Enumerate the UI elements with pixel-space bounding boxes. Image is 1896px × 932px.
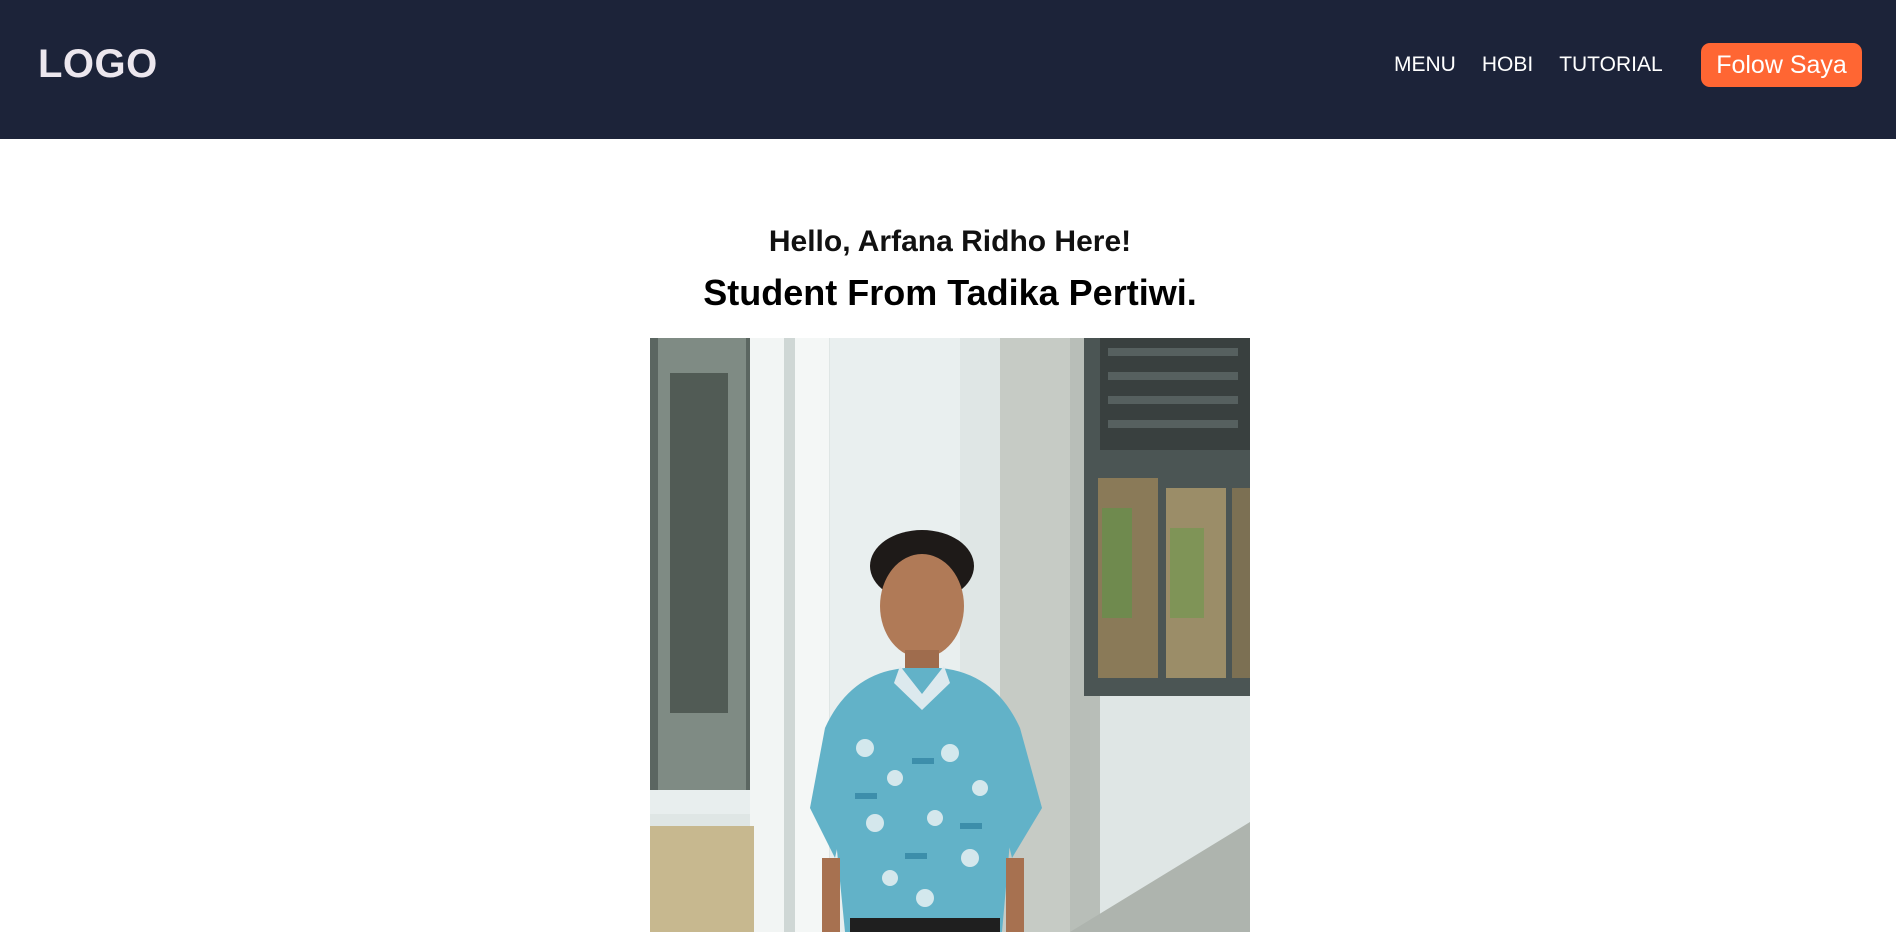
logo[interactable]: LOGO [38,40,158,88]
nav-link-tutorial[interactable]: TUTORIAL [1559,52,1662,78]
follow-button[interactable]: Folow Saya [1701,43,1862,87]
navbar: LOGO MENU HOBI TUTORIAL Folow Saya [0,0,1896,139]
profile-photo [650,338,1250,932]
nav-links: MENU HOBI TUTORIAL [1394,52,1663,78]
hero-greeting: Hello, Arfana Ridho Here! [768,225,1132,258]
nav-link-menu[interactable]: MENU [1394,52,1456,78]
hero-subtitle: Student From Tadika Pertiwi. [703,272,1197,313]
nav-link-hobi[interactable]: HOBI [1482,52,1533,78]
